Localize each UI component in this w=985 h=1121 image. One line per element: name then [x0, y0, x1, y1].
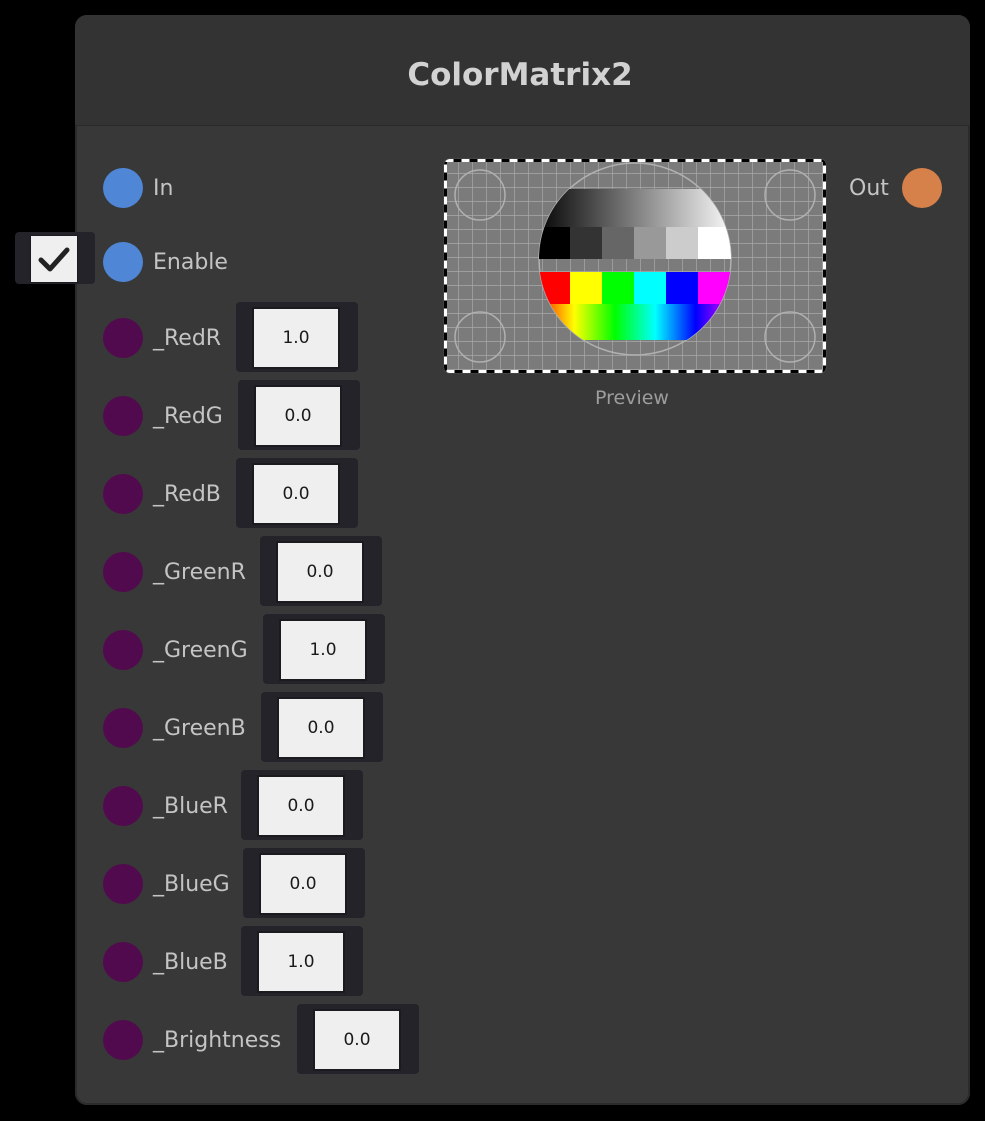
redb-field-frame: 0.0	[236, 458, 358, 528]
redb-port[interactable]	[103, 474, 143, 514]
greeng-input[interactable]: 1.0	[279, 619, 367, 681]
enable-checkbox[interactable]	[30, 235, 78, 283]
redg-label: _RedG	[153, 404, 223, 429]
enable-port[interactable]	[103, 242, 143, 282]
brightness-port[interactable]	[103, 1020, 143, 1060]
checkmark-icon	[38, 247, 70, 272]
redr-field-frame: 1.0	[236, 302, 358, 372]
greenr-input[interactable]: 0.0	[276, 541, 364, 603]
redg-port[interactable]	[103, 396, 143, 436]
blueb-label: _BlueB	[153, 950, 228, 975]
greeng-port[interactable]	[103, 630, 143, 670]
brightness-field-frame: 0.0	[297, 1004, 419, 1074]
greenb-field-frame: 0.0	[261, 692, 383, 762]
test-pattern-image	[444, 159, 826, 373]
node-title: ColorMatrix2	[407, 57, 633, 93]
bluer-label: _BlueR	[153, 794, 228, 819]
brightness-label: _Brightness	[153, 1028, 282, 1053]
greenr-label: _GreenR	[153, 560, 246, 585]
blueb-field-frame: 1.0	[241, 926, 363, 996]
greeng-field-frame: 1.0	[263, 614, 385, 684]
in-port[interactable]	[103, 168, 143, 208]
preview-image	[444, 159, 826, 373]
brightness-input[interactable]: 0.0	[313, 1009, 401, 1071]
redg-field-frame: 0.0	[238, 380, 360, 450]
out-port-label: Out	[849, 176, 889, 201]
out-port[interactable]	[902, 168, 942, 208]
enable-port-label: Enable	[153, 250, 228, 275]
greenb-port[interactable]	[103, 708, 143, 748]
greenr-field-frame: 0.0	[260, 536, 382, 606]
blueg-field-frame: 0.0	[243, 848, 365, 918]
blueg-input[interactable]: 0.0	[259, 853, 347, 915]
blueg-port[interactable]	[103, 864, 143, 904]
preview-label: Preview	[595, 387, 669, 409]
bluer-input[interactable]: 0.0	[257, 775, 345, 837]
redr-port[interactable]	[103, 318, 143, 358]
enable-checkbox-frame	[15, 232, 95, 284]
blueb-input[interactable]: 1.0	[257, 931, 345, 993]
redr-input[interactable]: 1.0	[252, 307, 340, 369]
in-port-label: In	[153, 176, 174, 201]
blueg-label: _BlueG	[153, 872, 230, 897]
greenb-input[interactable]: 0.0	[277, 697, 365, 759]
bluer-field-frame: 0.0	[241, 770, 363, 840]
greenr-port[interactable]	[103, 552, 143, 592]
redb-input[interactable]: 0.0	[252, 463, 340, 525]
bluer-port[interactable]	[103, 786, 143, 826]
redg-input[interactable]: 0.0	[254, 385, 342, 447]
redr-label: _RedR	[153, 326, 222, 351]
greeng-label: _GreenG	[153, 638, 248, 663]
greenb-label: _GreenB	[153, 716, 246, 741]
blueb-port[interactable]	[103, 942, 143, 982]
redb-label: _RedB	[153, 482, 221, 507]
